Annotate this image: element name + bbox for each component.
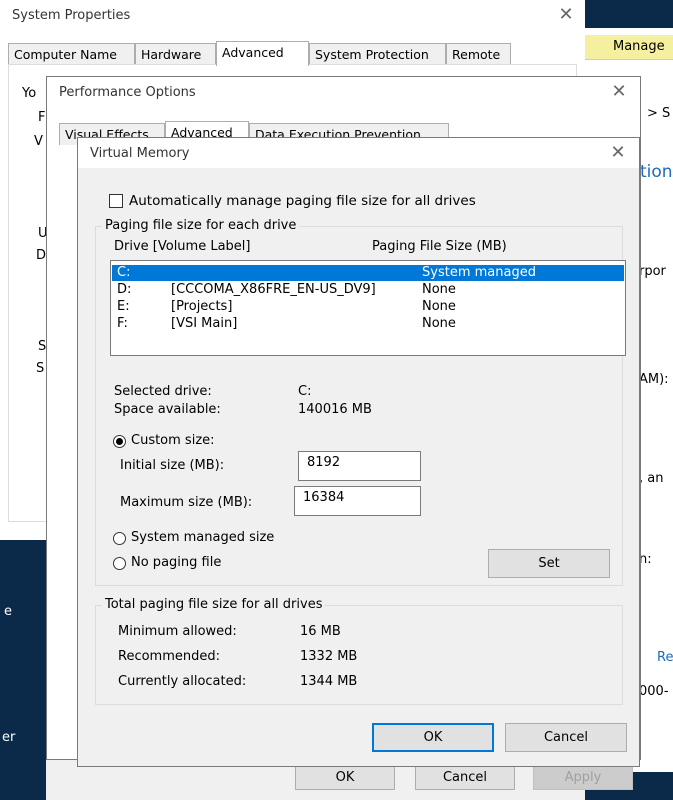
column-header-drive: Drive [Volume Label] xyxy=(114,239,251,254)
system-properties-title: System Properties xyxy=(12,7,131,23)
drive-row[interactable]: C: System managed xyxy=(112,265,624,281)
performance-options-close-icon[interactable]: ✕ xyxy=(608,81,630,103)
system-properties-title-bar[interactable]: System Properties xyxy=(0,0,585,30)
right-fragment: > S xyxy=(647,106,671,121)
right-fragment: Re xyxy=(657,650,673,665)
virtual-memory-close-icon[interactable]: ✕ xyxy=(607,142,629,164)
paging-file-group-label: Paging file size for each drive xyxy=(102,218,300,233)
minimum-allowed-value: 16 MB xyxy=(300,624,341,639)
left-fragment: D xyxy=(36,248,47,263)
drive-row[interactable]: D: [CCCOMA_X86FRE_EN-US_DV9] None xyxy=(112,282,624,298)
minimum-allowed-label: Minimum allowed: xyxy=(118,624,237,639)
no-paging-radio[interactable] xyxy=(113,557,126,570)
performance-options-title: Performance Options xyxy=(59,84,196,100)
maximum-size-input[interactable]: 16384 xyxy=(294,486,421,516)
virtual-memory-title-bar[interactable]: Virtual Memory xyxy=(78,138,639,168)
tab-computer-name[interactable]: Computer Name xyxy=(8,43,135,65)
virtual-memory-ok-button[interactable]: OK xyxy=(372,723,494,752)
system-properties-ok-button[interactable]: OK xyxy=(295,766,395,790)
currently-allocated-label: Currently allocated: xyxy=(118,674,247,689)
performance-options-title-bar[interactable]: Performance Options xyxy=(47,77,640,107)
tab-hardware[interactable]: Hardware xyxy=(135,43,216,65)
virtual-memory-dialog: Virtual Memory ✕ Automatically manage pa… xyxy=(77,137,640,767)
tab-remote[interactable]: Remote xyxy=(446,43,511,65)
recommended-value: 1332 MB xyxy=(300,649,358,664)
left-fragment: F xyxy=(38,110,46,125)
drive-row[interactable]: F: [VSI Main] None xyxy=(112,316,624,332)
right-fragment: 000- xyxy=(639,684,669,699)
selected-drive-label: Selected drive: xyxy=(114,384,212,399)
auto-manage-checkbox[interactable] xyxy=(109,194,123,208)
recommended-label: Recommended: xyxy=(118,649,220,664)
maximum-size-label: Maximum size (MB): xyxy=(120,495,253,510)
virtual-memory-cancel-button[interactable]: Cancel xyxy=(505,723,627,752)
dark-left-strip xyxy=(0,540,46,800)
selected-drive-value: C: xyxy=(298,384,312,399)
tab-system-protection[interactable]: System Protection xyxy=(309,43,446,65)
system-properties-cancel-button[interactable]: Cancel xyxy=(415,766,515,790)
no-paging-label: No paging file xyxy=(131,555,222,570)
set-button[interactable]: Set xyxy=(488,549,610,578)
system-properties-tabs: Computer Name Hardware Advanced System P… xyxy=(8,41,578,66)
total-paging-group-label: Total paging file size for all drives xyxy=(102,597,326,612)
currently-allocated-value: 1344 MB xyxy=(300,674,358,689)
space-available-value: 140016 MB xyxy=(298,402,372,417)
right-fragment: AM): xyxy=(639,372,669,387)
initial-size-input[interactable]: 8192 xyxy=(298,451,421,481)
initial-size-label: Initial size (MB): xyxy=(120,458,225,473)
tab-advanced[interactable]: Advanced xyxy=(216,41,309,66)
column-header-size: Paging File Size (MB) xyxy=(372,239,507,254)
system-managed-label: System managed size xyxy=(131,530,275,545)
manage-tab[interactable]: Manage xyxy=(585,35,673,60)
system-properties-close-icon[interactable]: ✕ xyxy=(555,4,577,26)
right-fragment: rpor xyxy=(639,264,666,279)
virtual-memory-title: Virtual Memory xyxy=(90,145,190,161)
custom-size-radio[interactable] xyxy=(113,435,126,448)
left-fragment: Yo xyxy=(22,86,37,101)
left-fragment: V xyxy=(34,134,43,149)
left-fragment: S xyxy=(36,361,45,376)
right-fragment: tion xyxy=(640,162,673,182)
system-managed-radio[interactable] xyxy=(113,532,126,545)
right-fragment: , an xyxy=(639,471,664,486)
auto-manage-label: Automatically manage paging file size fo… xyxy=(129,193,476,209)
left-fragment: e xyxy=(4,604,12,619)
manage-label: Manage xyxy=(613,39,665,54)
system-properties-apply-button: Apply xyxy=(533,766,633,790)
drive-list[interactable]: C: System managed D: [CCCOMA_X86FRE_EN-U… xyxy=(110,260,626,356)
custom-size-label: Custom size: xyxy=(131,433,215,448)
drive-row[interactable]: E: [Projects] None xyxy=(112,299,624,315)
space-available-label: Space available: xyxy=(114,402,221,417)
left-fragment: er xyxy=(2,730,16,745)
